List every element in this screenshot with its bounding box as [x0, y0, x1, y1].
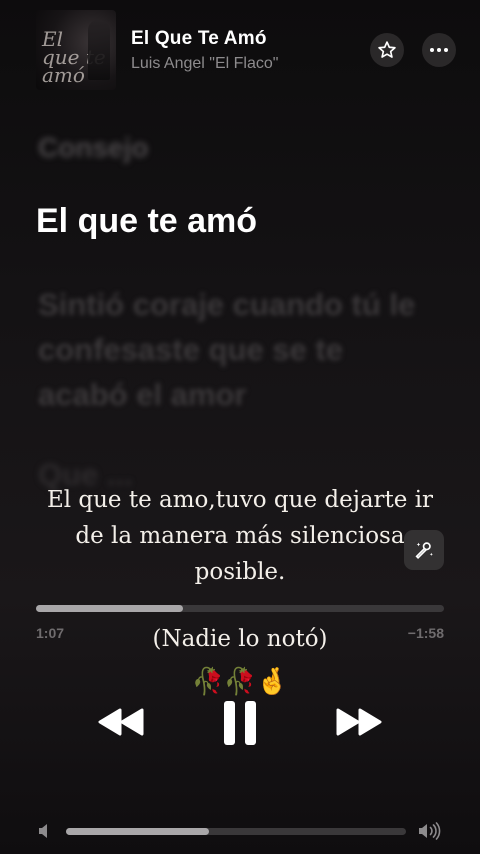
volume-slider[interactable] — [66, 828, 406, 835]
track-artist[interactable]: Luis Angel "El Flaco" — [131, 55, 352, 73]
pause-button[interactable] — [218, 698, 262, 748]
overlay-quote: El que te amo,tuvo que dejarte ir de la … — [46, 487, 434, 585]
lyric-line-current[interactable]: El que te amó — [36, 202, 257, 241]
overlay-emoji: 🥀🥀🤞 — [191, 666, 289, 696]
favorite-button[interactable] — [370, 33, 404, 67]
volume-low-icon — [38, 823, 52, 844]
star-icon — [378, 41, 396, 58]
rewind-button[interactable] — [96, 704, 146, 740]
lyric-line-next[interactable]: Sintió coraje cuando tú le confesaste qu… — [38, 282, 438, 417]
track-title: El Que Te Amó — [131, 27, 267, 49]
rewind-icon — [98, 708, 144, 736]
more-button[interactable] — [422, 33, 456, 67]
playback-progress-fill — [36, 605, 183, 612]
now-playing-header: El que te amó El Que Te Amó Luis Angel "El… — [36, 10, 456, 90]
playback-progress-bar[interactable] — [36, 605, 444, 612]
ellipsis-icon — [430, 48, 448, 52]
fast-forward-button[interactable] — [334, 704, 384, 740]
artwork-figure — [88, 20, 110, 80]
pause-icon — [224, 701, 256, 745]
volume-slider-fill — [66, 828, 209, 835]
transport-controls — [0, 698, 480, 748]
overlay-note: (Nadie lo notó) — [152, 626, 328, 652]
volume-high-icon — [418, 822, 442, 845]
fast-forward-icon — [336, 708, 382, 736]
lyric-line-previous[interactable]: Consejo — [38, 132, 148, 164]
microphone-sparkle-icon — [415, 542, 433, 559]
sing-button[interactable] — [404, 530, 444, 570]
track-info: El Que Te Amó Luis Angel "El Flaco" — [131, 28, 352, 73]
album-artwork[interactable]: El que te amó — [36, 10, 116, 90]
